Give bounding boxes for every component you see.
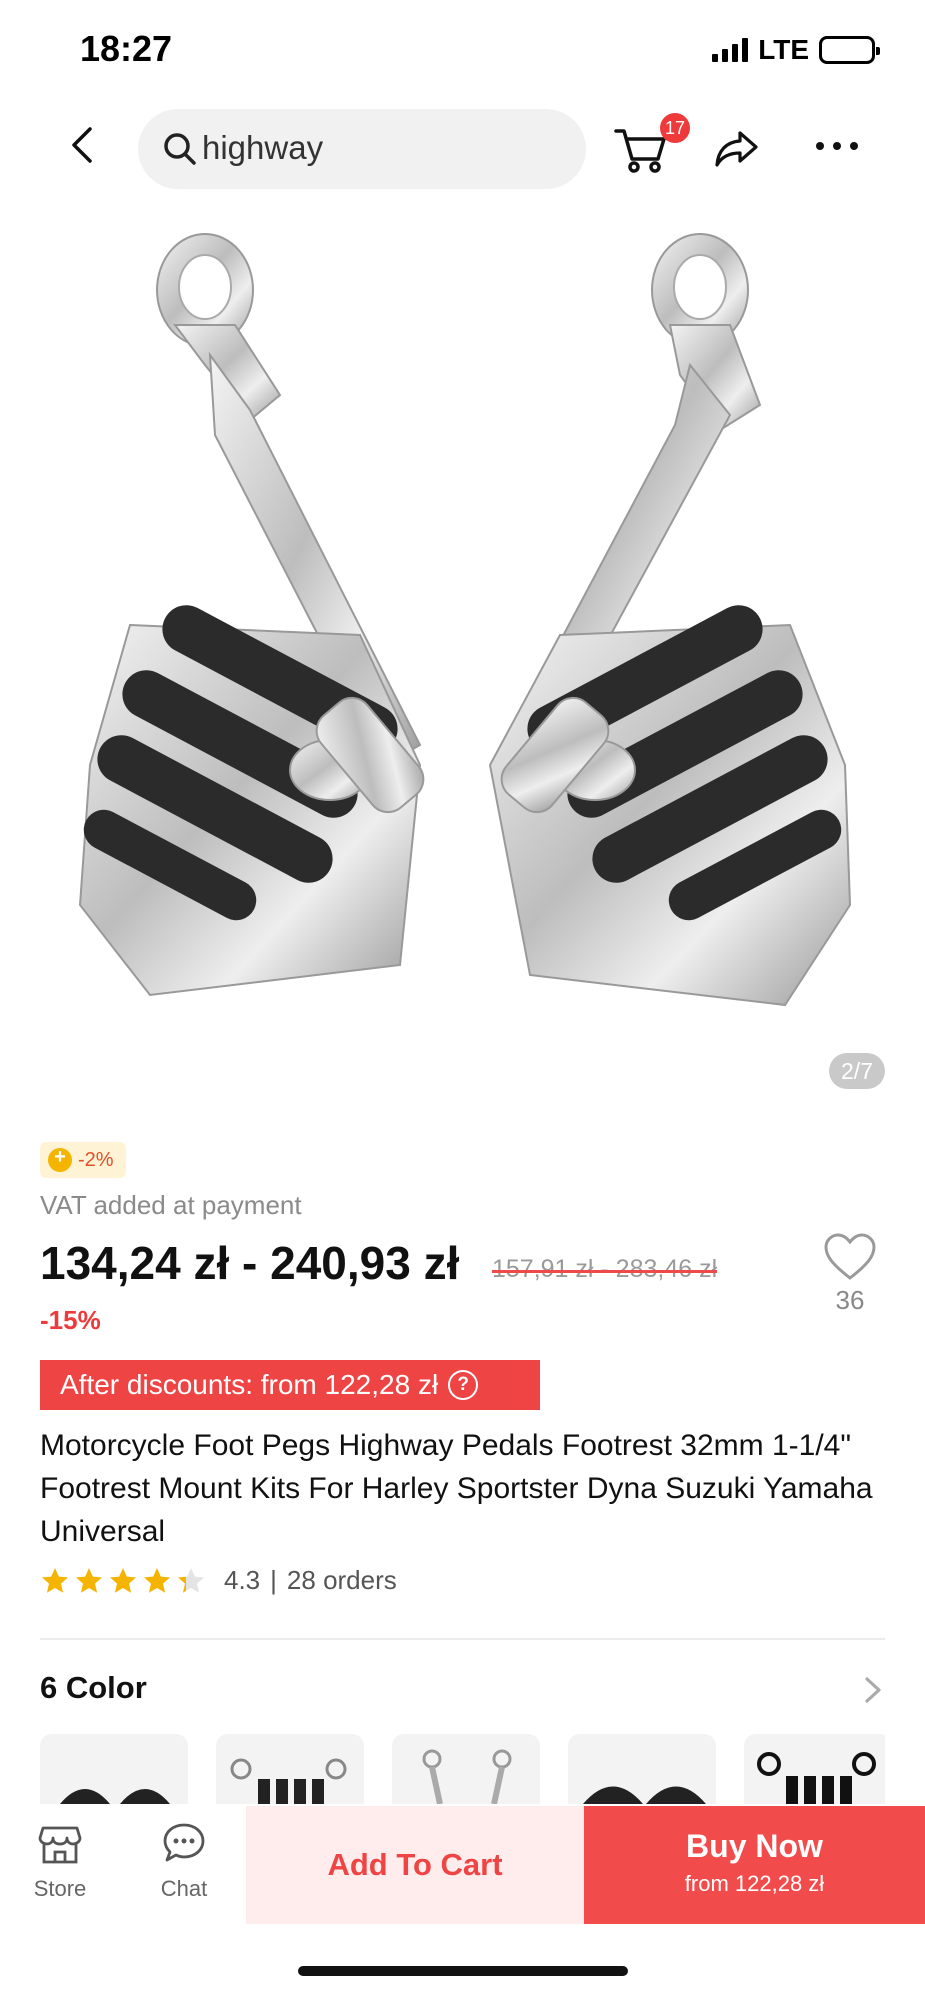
store-label: Store [33,1876,87,1901]
product-image [78,233,852,1007]
search-input[interactable]: highway [138,109,586,189]
heart-icon[interactable] [822,1230,878,1286]
store-icon [38,1826,82,1864]
original-price: 157,91 zł - 283,46 zł [492,1255,718,1283]
add-to-cart-button[interactable]: Add To Cart [246,1806,584,1924]
color-swatch-1[interactable] [40,1734,188,1804]
color-swatch-2[interactable] [216,1734,364,1804]
status-time: 18:27 [80,28,173,69]
variant-label[interactable]: 6 Color [40,1670,147,1706]
battery-icon [819,36,880,64]
status-indicators: LTE [712,34,880,66]
star-icon [178,1567,204,1593]
home-indicator[interactable] [298,1966,628,1976]
product-image-gallery[interactable]: 2/7 [0,205,925,1089]
status-bar: 18:27 LTE [0,0,925,100]
color-swatch-4[interactable] [568,1734,716,1804]
wishlist-count: 36 [835,1285,865,1315]
after-discounts-text: After discounts: from 122,28 zł [60,1369,439,1400]
more-icon[interactable] [812,131,862,161]
rating-separator: | [270,1565,277,1595]
chat-label: Chat [160,1876,208,1901]
discount-percent: -15% [40,1305,101,1335]
vat-note: VAT added at payment [40,1190,302,1220]
chat-icon [163,1823,205,1862]
coin-discount-text: -2% [78,1148,114,1171]
back-arrow-icon[interactable] [60,121,108,169]
chat-button[interactable]: Chat [146,1820,222,1912]
image-counter: 2/7 [829,1053,885,1089]
top-nav: highway 17 [0,105,925,189]
chevron-right-icon[interactable] [860,1674,886,1706]
search-icon [164,133,196,165]
cart-badge: 17 [660,113,691,143]
signal-icon [712,38,749,62]
star-icon [76,1567,102,1593]
star-icon [144,1567,170,1593]
rating-row[interactable]: 4.3 | 28 orders [40,1565,397,1596]
rating-value: 4.3 [224,1565,261,1595]
orders-count: 28 orders [286,1565,397,1595]
network-label: LTE [758,34,809,65]
buy-now-label: Buy Now [686,1828,823,1864]
product-title: Motorcycle Foot Pegs Highway Pedals Foot… [40,1429,873,1548]
help-icon[interactable]: ? [448,1370,479,1400]
bottom-action-bar: Store Chat Add To Cart Buy Now from 122,… [0,1806,925,1924]
after-discounts-banner[interactable]: After discounts: from 122,28 zł ? [40,1360,540,1410]
buy-now-price: from 122,28 zł [684,1871,825,1896]
buy-now-button[interactable]: Buy Now from 122,28 zł [584,1806,925,1924]
star-icon [42,1567,68,1593]
star-icon [110,1567,136,1593]
rating-stars [40,1566,206,1596]
price-range: 134,24 zł - 240,93 zł [40,1237,460,1289]
add-to-cart-label: Add To Cart [327,1847,503,1882]
store-button[interactable]: Store [22,1820,98,1912]
color-swatch-3[interactable] [392,1734,540,1804]
color-swatches [40,1734,885,1804]
coin-discount-badge: -2% [40,1142,126,1178]
divider [40,1638,885,1640]
share-icon[interactable] [712,123,762,173]
color-swatch-5[interactable] [744,1734,885,1804]
search-value: highway [202,129,324,166]
coin-icon [48,1146,72,1172]
